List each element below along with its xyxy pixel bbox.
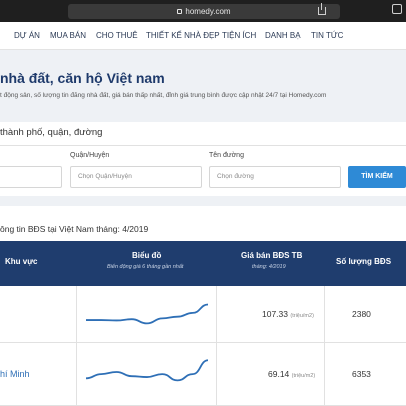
nav-item-tien-ich[interactable]: TIỆN ÍCH [222,22,256,50]
trend-line [86,303,209,325]
section-separator [0,196,406,206]
address-bar[interactable]: homedy.com [68,4,340,19]
header-count: Số lượng BĐS [336,257,392,266]
city-select[interactable] [0,166,62,188]
search-title: thành phố, quận, đường [0,127,103,138]
nav-item-mua-ban[interactable]: MUA BÁN [50,22,86,50]
divider [216,286,217,343]
price-trend-chart [85,359,209,382]
table-row: 107.33 (triệu/m2) 2380 [0,286,406,343]
url-text: homedy.com [185,7,231,16]
page-subtitle: t động sản, số lượng tin đăng nhà đất, g… [0,92,327,99]
street-label: Tên đường [209,152,244,159]
divider [216,343,217,406]
table-row: hí Minh 69.14 (triệu/m2) 6353 [0,343,406,406]
trend-line [85,359,209,382]
nav-item-thiet-ke[interactable]: THIẾT KẾ NHÀ ĐẸP [146,22,220,50]
district-select[interactable]: Chọn Quận/Huyện [70,166,202,188]
nav-item-danh-ba[interactable]: DANH BẠ [265,22,301,50]
avg-price: 69.14 (triệu/m2) [268,369,316,379]
nav-item-tin-tuc[interactable]: TIN TỨC [311,22,343,50]
search-button[interactable]: TÌM KIẾM [348,166,406,188]
page-title: nhà đất, căn hộ Việt nam [0,70,165,86]
share-icon[interactable] [318,3,326,15]
header-price-sub: tháng: 4/2019 [252,264,286,270]
price-trend-chart [86,303,209,325]
divider [324,343,325,406]
district-label: Quận/Huyện [70,152,110,159]
listing-count: 2380 [352,309,371,319]
divider [76,343,77,406]
header-chart-sub: Biến động giá 6 tháng gần nhất [107,264,184,270]
listing-count: 6353 [352,369,371,379]
header-chart: Biểu đồ [132,251,162,260]
stats-title: ông tin BĐS tại Việt Nam tháng: 4/2019 [0,224,149,234]
hero-banner: nhà đất, căn hộ Việt nam t động sản, số … [0,50,406,122]
divider [324,286,325,343]
stats-table-header: Khu vực Biểu đồ Biến động giá 6 tháng gầ… [0,241,406,286]
header-price: Giá bán BĐS TB [241,251,303,260]
street-select[interactable]: Chọn đường [209,166,341,188]
divider [0,145,406,146]
nav-item-cho-thue[interactable]: CHO THUÊ [96,22,138,50]
avg-price: 107.33 (triệu/m2) [262,309,314,319]
browser-toolbar: homedy.com [0,0,406,22]
area-name[interactable]: hí Minh [0,369,30,379]
tabs-icon[interactable] [392,4,402,14]
divider [76,286,77,343]
nav-item-du-an[interactable]: DỰ ÁN [14,22,40,50]
header-area: Khu vực [5,257,38,266]
main-nav: DỰ ÁN MUA BÁN CHO THUÊ THIẾT KẾ NHÀ ĐẸP … [0,22,406,50]
lock-icon [177,9,183,14]
